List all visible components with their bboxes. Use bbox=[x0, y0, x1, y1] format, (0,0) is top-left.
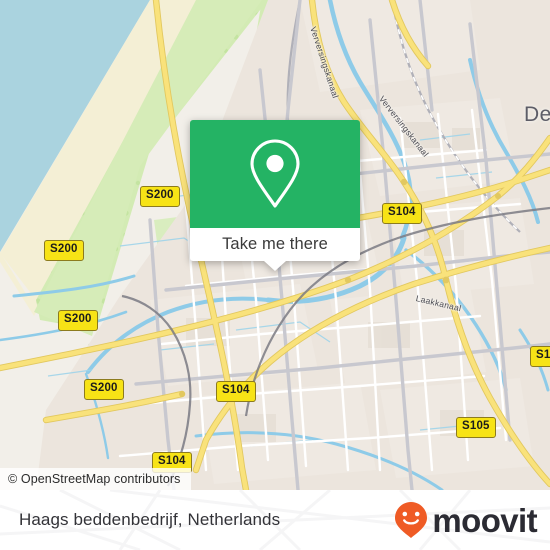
road-shield-s200-2[interactable]: S200 bbox=[44, 240, 84, 261]
popup-action-area[interactable]: Take me there bbox=[190, 228, 360, 271]
take-me-there-button[interactable]: Take me there bbox=[222, 235, 328, 254]
popup-icon-area bbox=[190, 120, 360, 228]
popup-pointer-tail bbox=[264, 261, 286, 271]
bottom-bar: Haags beddenbedrijf, Netherlands moovit bbox=[0, 490, 550, 550]
moovit-logo[interactable]: moovit bbox=[392, 500, 538, 540]
moovit-wordmark: moovit bbox=[432, 501, 537, 539]
road-shield-s104-2[interactable]: S104 bbox=[216, 381, 256, 402]
map-popup-card[interactable]: Take me there bbox=[190, 120, 360, 271]
moovit-map-screenshot: S200 S200 S200 S200 S104 S104 S104 S105 … bbox=[0, 0, 550, 550]
place-label-de: De bbox=[524, 103, 550, 126]
osm-attribution-text: © OpenStreetMap contributors bbox=[8, 472, 181, 486]
osm-attribution[interactable]: © OpenStreetMap contributors bbox=[0, 468, 191, 490]
page-title: Haags beddenbedrijf, Netherlands bbox=[19, 510, 281, 529]
road-shield-s104-1[interactable]: S104 bbox=[382, 203, 422, 224]
road-shield-s105-2[interactable]: S10 bbox=[530, 346, 550, 367]
map-canvas[interactable]: S200 S200 S200 S200 S104 S104 S104 S105 … bbox=[0, 0, 550, 490]
road-shield-s200-1[interactable]: S200 bbox=[140, 186, 180, 207]
road-shield-s105-1[interactable]: S105 bbox=[456, 417, 496, 438]
moovit-smiley-pin-icon bbox=[395, 502, 428, 538]
road-shield-s200-3[interactable]: S200 bbox=[58, 310, 98, 331]
road-shield-s200-4[interactable]: S200 bbox=[84, 379, 124, 400]
location-pin-icon bbox=[250, 139, 300, 208]
